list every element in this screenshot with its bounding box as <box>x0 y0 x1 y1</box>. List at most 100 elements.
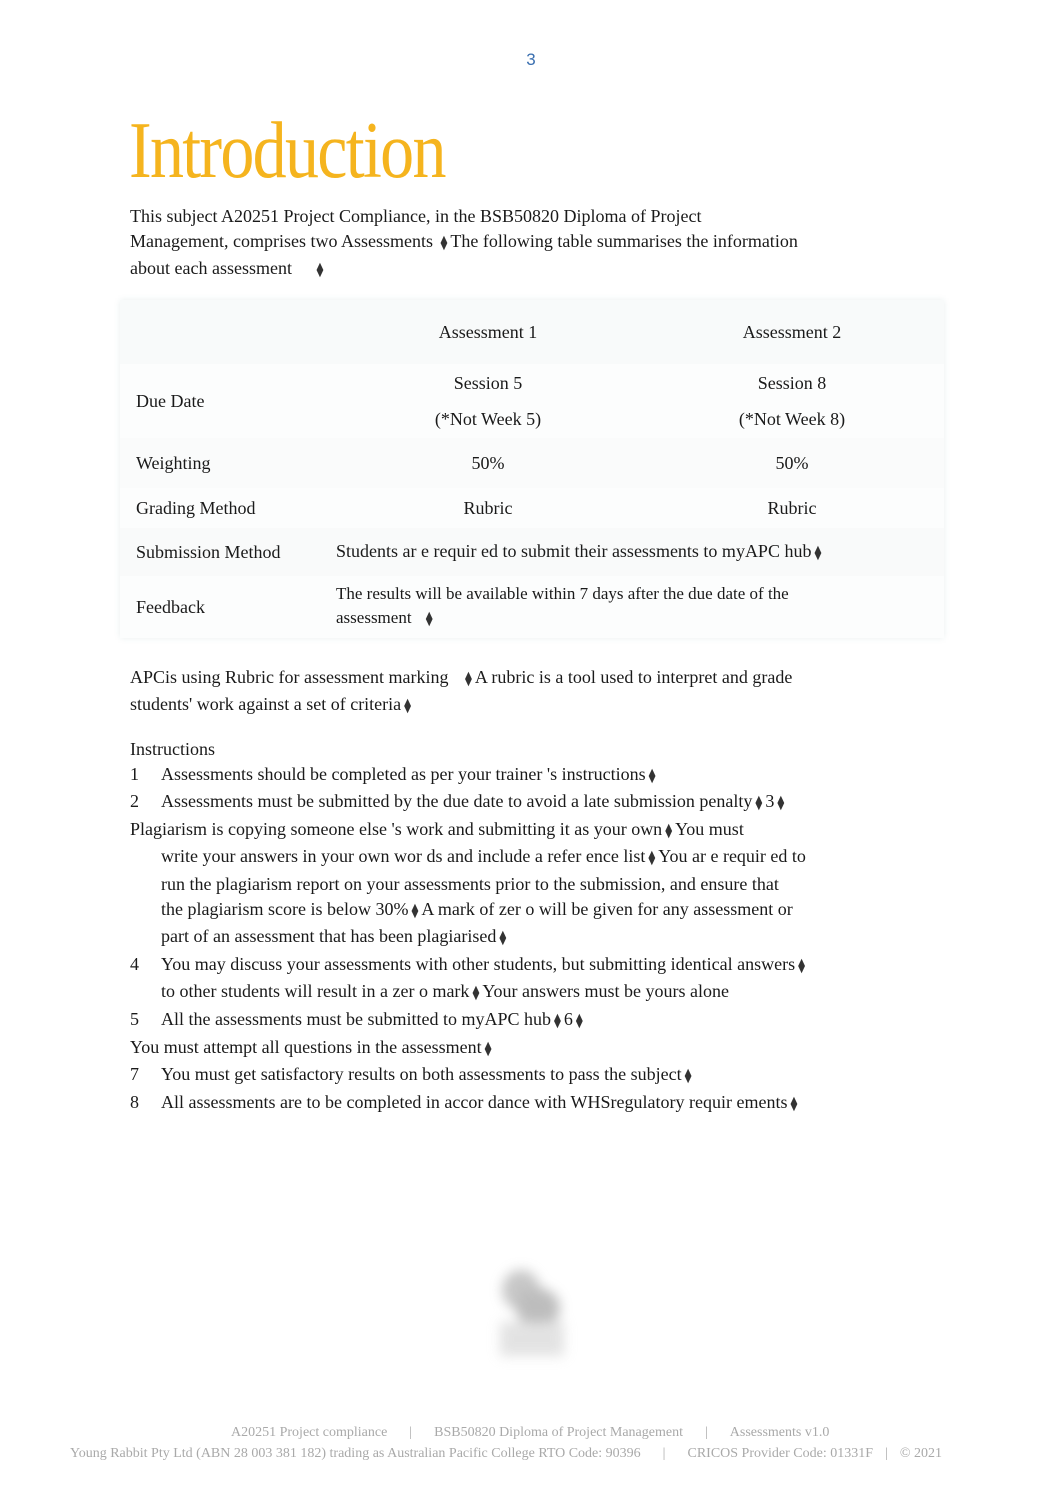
footer-cricos: CRICOS Provider Code: 01331F <box>687 1446 873 1461</box>
intro-line-2a: Management, comprises two Assessments <box>130 231 433 251</box>
rubric-part-2: A rubric is a tool used to interpret and… <box>474 667 793 687</box>
rubric-part-3: students' work against a set of criteria <box>130 694 402 714</box>
due-date-assessment-2: Session 8 (*Not Week 8) <box>640 364 944 438</box>
instruction-continuation: Your answers must be yours alone <box>482 981 730 1002</box>
footer-separator: | <box>885 1446 888 1461</box>
instruction-number: 7 <box>130 1064 139 1085</box>
assessment-summary-table: Assessment 1 Assessment 2 Due Date Sessi… <box>120 300 944 638</box>
glyph-mark-icon: ⧫ <box>484 1041 492 1057</box>
instruction-continuation: You ar e requir ed to <box>658 846 806 867</box>
intro-line-2b: The following table summarises the infor… <box>450 231 798 251</box>
glyph-mark-icon: ⧫ <box>411 903 419 919</box>
instruction-next-number: 3 <box>765 791 775 812</box>
instruction-next-number: 6 <box>563 1008 573 1029</box>
instruction-item: write your answers in your own wor ds an… <box>130 844 922 872</box>
instruction-number: 1 <box>130 763 139 784</box>
instructions-heading: Instructions <box>130 739 215 759</box>
glyph-mark-icon: ⧫ <box>440 236 448 251</box>
instruction-item: part of an assessment that has been plag… <box>130 924 922 952</box>
glyph-mark-icon: ⧫ <box>575 1013 583 1029</box>
instruction-item: You must attempt all questions in the as… <box>130 1035 922 1063</box>
instruction-number: 8 <box>130 1091 139 1112</box>
instruction-text: All assessments are to be completed in a… <box>161 1091 788 1112</box>
weighting-assessment-1: 50% <box>336 438 640 488</box>
intro-paragraph: This subject A20251 Project Compliance, … <box>130 204 918 283</box>
glyph-mark-icon: ⧫ <box>648 768 656 784</box>
instruction-text: You may discuss your assessments with ot… <box>161 953 796 974</box>
glyph-mark-icon: ⧫ <box>464 672 472 687</box>
table-row-feedback: Feedback The results will be available w… <box>120 576 944 638</box>
due-note: (*Not Week 8) <box>738 409 846 429</box>
intro-line-3: about each assessment <box>130 258 292 278</box>
glyph-mark-icon: ⧫ <box>755 796 763 812</box>
row-label: Submission Method <box>120 528 336 576</box>
footer-copyright: © 2021 <box>899 1446 942 1461</box>
footer-version: Assessments v1.0 <box>729 1425 830 1440</box>
rubric-paragraph: APCis using Rubric for assessment markin… <box>130 665 908 719</box>
instruction-text: run the plagiarism report on your assess… <box>161 873 779 894</box>
rubric-part-1: APCis using Rubric for assessment markin… <box>130 667 449 687</box>
instruction-text: You must attempt all questions in the as… <box>130 1036 482 1057</box>
row-label: Weighting <box>120 438 336 488</box>
college-logo <box>492 1262 574 1362</box>
header-empty-cell <box>120 300 336 364</box>
footer-separator: | <box>704 1425 708 1440</box>
glyph-mark-icon: ⧫ <box>648 851 656 867</box>
glyph-mark-icon: ⧫ <box>684 1069 692 1085</box>
instruction-text: You must get satisfactory results on bot… <box>161 1064 682 1085</box>
instruction-item: 1 Assessments should be completed as per … <box>130 762 922 790</box>
footer-subject: A20251 Project compliance <box>231 1425 388 1440</box>
feedback-line-2: assessment <box>336 608 412 627</box>
glyph-mark-icon: ⧫ <box>790 1096 798 1112</box>
instruction-text: All the assessments must be submitted to… <box>161 1008 551 1029</box>
footer-line-2: Young Rabbit Pty Ltd (ABN 28 003 381 182… <box>70 1446 1062 1462</box>
due-session: Session 5 <box>453 373 523 393</box>
instruction-item: 4 You may discuss your assessments with o… <box>130 952 922 980</box>
footer-separator: | <box>662 1446 666 1461</box>
instruction-number: 5 <box>130 1008 139 1029</box>
glyph-mark-icon: ⧫ <box>499 931 507 947</box>
instruction-text: Assessments should be completed as per y… <box>161 763 646 784</box>
instruction-continuation: A mark of zer o will be given for any as… <box>421 898 793 919</box>
instruction-text: Plagiarism is copying someone else 's wo… <box>130 818 663 839</box>
instruction-item: 5 All the assessments must be submitted t… <box>130 1007 922 1035</box>
row-label: Grading Method <box>136 497 256 518</box>
instructions-section: Instructions 1 Assessments should be comp… <box>130 737 922 1117</box>
grading-assessment-2: Rubric <box>767 497 817 518</box>
glyph-mark-icon: ⧫ <box>472 986 480 1002</box>
submission-text: Students ar e requir ed to submit their … <box>336 540 812 561</box>
footer-separator: | <box>409 1425 413 1440</box>
instruction-item: Plagiarism is copying someone else 's wo… <box>130 817 922 845</box>
instructions-list: 1 Assessments should be completed as per … <box>130 762 922 1118</box>
instruction-item: to other students will result in a zer o… <box>130 979 922 1007</box>
footer-line-1: A20251 Project compliance | BSB50820 Diplo… <box>231 1425 1062 1441</box>
table-header-row: Assessment 1 Assessment 2 <box>120 300 944 364</box>
glyph-mark-icon: ⧫ <box>554 1013 561 1029</box>
glyph-mark-icon: ⧫ <box>777 796 785 812</box>
row-label: Feedback <box>136 596 205 617</box>
due-session: Session 8 <box>757 373 827 393</box>
glyph-mark-icon: ⧫ <box>814 545 822 561</box>
instruction-item: the plagiarism score is below 30% ⧫ A mark… <box>130 897 922 925</box>
feedback-text: The results will be available within 7 d… <box>336 576 944 638</box>
instruction-item: run the plagiarism report on your assess… <box>130 872 922 897</box>
submission-method-text: Students ar e requir ed to submit their … <box>336 528 944 576</box>
instruction-text: write your answers in your own wor ds an… <box>161 846 646 867</box>
weighting-assessment-2: 50% <box>640 438 944 488</box>
glyph-mark-icon: ⧫ <box>404 699 412 714</box>
instruction-item: 7 You must get satisfactory results on bo… <box>130 1062 922 1090</box>
footer-course: BSB50820 Diploma of Project Management <box>434 1425 683 1440</box>
header-assessment-2: Assessment 2 <box>640 300 944 364</box>
instruction-text: Assessments must be submitted by the due… <box>161 791 753 812</box>
glyph-mark-icon: ⧫ <box>425 612 433 627</box>
instruction-number: 4 <box>130 953 139 974</box>
due-date-assessment-1: Session 5 (*Not Week 5) <box>336 364 640 438</box>
instruction-text: to other students will result in a zer o… <box>161 981 470 1002</box>
row-label: Due Date <box>136 390 205 411</box>
footer-company: Young Rabbit Pty Ltd (ABN 28 003 381 182… <box>70 1446 641 1461</box>
instruction-item: 8 All assessments are to be completed in … <box>130 1090 922 1118</box>
glyph-mark-icon: ⧫ <box>798 958 806 974</box>
feedback-line-1: The results will be available within 7 d… <box>336 584 789 603</box>
table-row-submission-method: Submission Method Students ar e requir e… <box>120 528 944 576</box>
header-assessment-1: Assessment 1 <box>336 300 640 364</box>
